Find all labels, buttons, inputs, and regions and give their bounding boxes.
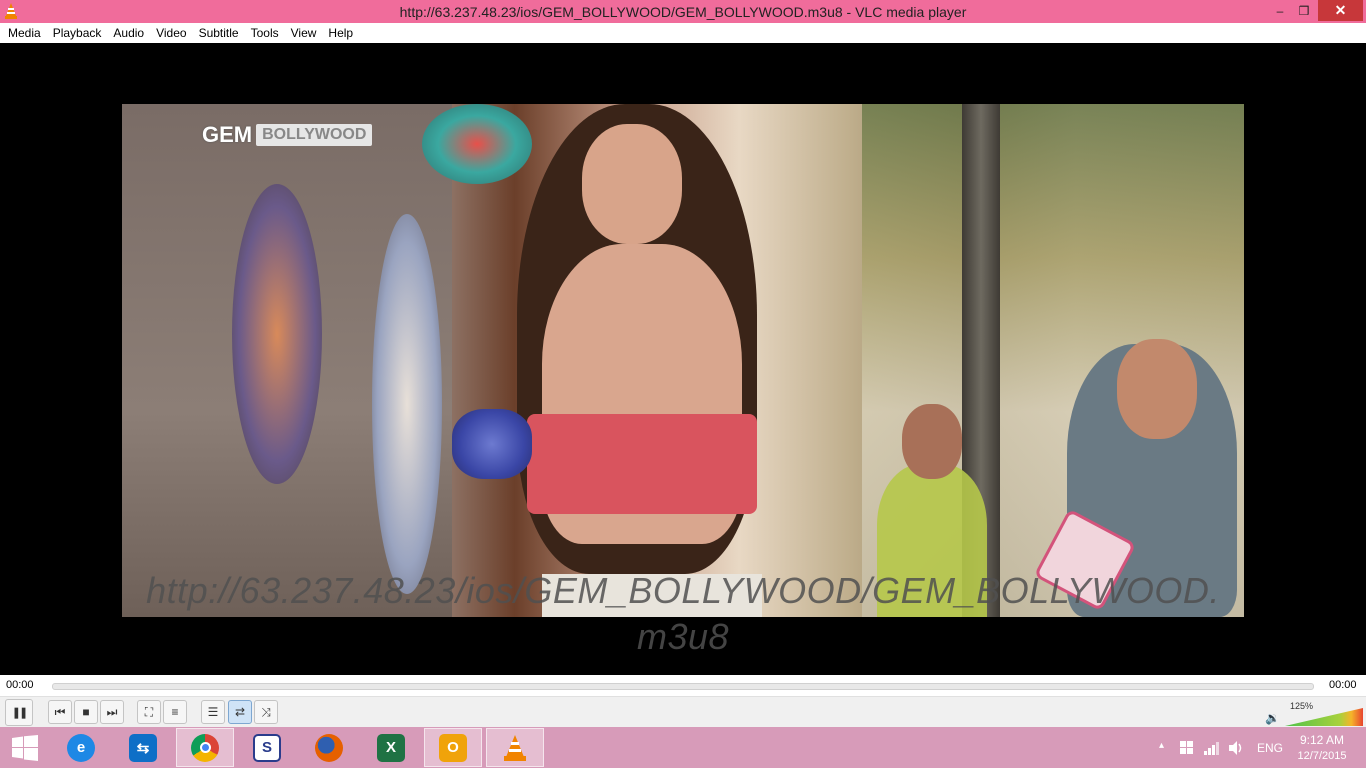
taskbar-internet-explorer[interactable]: e: [52, 728, 110, 767]
menu-subtitle[interactable]: Subtitle: [193, 23, 245, 43]
next-button[interactable]: ⏭: [100, 700, 124, 724]
app-s-icon: S: [253, 733, 281, 762]
elapsed-time: 00:00: [6, 679, 34, 691]
taskbar-outlook[interactable]: O: [424, 728, 482, 767]
person-background-head: [902, 404, 962, 479]
extended-settings-button[interactable]: ≡: [163, 700, 187, 724]
menu-audio[interactable]: Audio: [107, 23, 150, 43]
volume-control[interactable]: 🔉 125%: [1265, 700, 1365, 726]
title-bar: http://63.237.48.23/ios/GEM_BOLLYWOOD/GE…: [0, 0, 1366, 23]
previous-icon: ⏮: [54, 704, 66, 719]
menu-media[interactable]: Media: [2, 23, 47, 43]
fullscreen-icon: ⛶: [144, 704, 154, 719]
menu-help[interactable]: Help: [322, 23, 359, 43]
woman-face: [582, 124, 682, 244]
outlook-icon: O: [439, 733, 467, 762]
show-hidden-icons-chevron[interactable]: ▴: [1159, 740, 1164, 751]
chrome-center: [199, 742, 211, 753]
internet-explorer-glyph: e: [76, 739, 86, 756]
playlist-icon: ☰: [207, 705, 219, 719]
taskbar-firefox[interactable]: [300, 728, 358, 767]
decorative-plate: [232, 184, 322, 484]
stop-icon: ■: [82, 705, 90, 719]
internet-explorer-icon: e: [67, 733, 95, 762]
clock-time: 9:12 AM: [1299, 733, 1345, 747]
playlist-button[interactable]: ☰: [201, 700, 225, 724]
menu-bar: Media Playback Audio Video Subtitle Tool…: [0, 23, 1366, 43]
vlc-cone-icon: [504, 734, 526, 761]
taskbar-vlc[interactable]: [486, 728, 544, 767]
windows-logo-icon: [12, 734, 38, 761]
menu-video[interactable]: Video: [150, 23, 192, 43]
random-button[interactable]: ⤨: [254, 700, 278, 724]
menu-view[interactable]: View: [285, 23, 323, 43]
excel-glyph: X: [385, 739, 396, 756]
volume-percent: 125%: [1290, 701, 1314, 711]
app-s-glyph: S: [261, 739, 272, 756]
stream-url-overlay: http://63.237.48.23/ios/GEM_BOLLYWOOD/GE…: [146, 570, 1220, 657]
woman-top: [527, 414, 757, 514]
close-button[interactable]: ✕: [1318, 0, 1363, 21]
shuffle-icon: ⤨: [261, 704, 271, 719]
woman-bangle: [452, 409, 532, 479]
firefox-icon: [315, 733, 343, 762]
pause-button[interactable]: ❚❚: [5, 699, 33, 726]
total-time: 00:00: [1329, 679, 1357, 691]
video-frame: GEM BOLLYWOOD: [122, 104, 1244, 617]
equalizer-icon: ≡: [171, 705, 179, 719]
speaker-icon[interactable]: 🔉: [1265, 711, 1280, 725]
video-area[interactable]: GEM BOLLYWOOD http://63.237.48.23/ios/GE…: [0, 43, 1366, 675]
decorative-plate: [372, 214, 442, 594]
volume-tray-icon[interactable]: [1228, 740, 1244, 756]
window-title: http://63.237.48.23/ios/GEM_BOLLYWOOD/GE…: [399, 4, 967, 20]
chrome-icon: [191, 733, 219, 762]
pause-icon: ❚❚: [11, 707, 29, 719]
control-bar: ❚❚ ⏮ ■ ⏭ ⛶ ≡ ☰ ⇄ ⤨ 🔉 125%: [0, 696, 1366, 727]
channel-logo-gem: GEM: [202, 122, 253, 147]
input-language[interactable]: ENG: [1257, 741, 1283, 755]
outlook-glyph: O: [447, 739, 459, 756]
taskbar-app-s[interactable]: S: [238, 728, 296, 767]
taskbar-chrome[interactable]: [176, 728, 234, 767]
seek-slider[interactable]: [52, 683, 1314, 690]
clock-date: 12/7/2015: [1297, 750, 1347, 762]
loop-button[interactable]: ⇄: [228, 700, 252, 724]
next-icon: ⏭: [106, 704, 118, 719]
channel-logo-name: BOLLYWOOD: [256, 124, 373, 146]
stop-button[interactable]: ■: [74, 700, 98, 724]
decorative-plate: [422, 104, 532, 184]
taskbar-teamviewer[interactable]: ⇆: [114, 728, 172, 767]
start-button[interactable]: [0, 728, 50, 767]
channel-logo: GEM BOLLYWOOD: [202, 121, 373, 149]
taskbar-excel[interactable]: X: [362, 728, 420, 767]
clock[interactable]: 9:12 AM 12/7/2015: [1290, 732, 1354, 764]
loop-icon: ⇄: [234, 705, 246, 719]
menu-tools[interactable]: Tools: [245, 23, 285, 43]
teamviewer-icon: ⇆: [129, 733, 157, 762]
maximize-button[interactable]: ❒: [1290, 0, 1318, 21]
action-center-flag-icon[interactable]: [1180, 741, 1194, 755]
menu-playback[interactable]: Playback: [47, 23, 108, 43]
teamviewer-glyph: ⇆: [136, 739, 150, 757]
previous-button[interactable]: ⏮: [48, 700, 72, 724]
fullscreen-button[interactable]: ⛶: [137, 700, 161, 724]
excel-icon: X: [377, 733, 405, 762]
network-signal-icon[interactable]: [1204, 741, 1220, 755]
person-right-head: [1117, 339, 1197, 439]
seek-row: 00:00 00:00: [0, 675, 1366, 696]
taskbar: e ⇆ S X O ▴ ENG 9:12 AM 12/7/2015: [0, 727, 1366, 768]
